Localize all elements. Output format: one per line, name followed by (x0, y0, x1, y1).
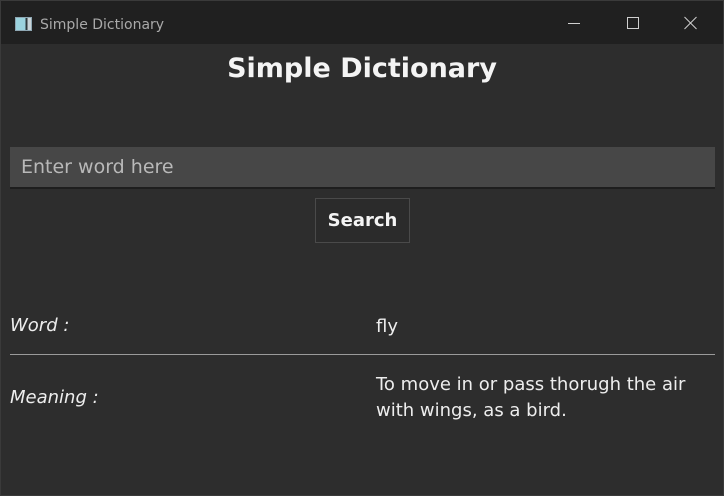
minimize-button[interactable] (545, 1, 603, 44)
search-button[interactable]: Search (315, 198, 410, 243)
close-icon (684, 16, 697, 30)
title-bar[interactable]: Simple Dictionary (1, 1, 723, 44)
minimize-icon (568, 23, 580, 24)
meaning-value: To move in or pass thorugh the air with … (376, 374, 686, 421)
maximize-button[interactable] (603, 1, 661, 44)
app-window-icon (15, 17, 32, 31)
close-button[interactable] (661, 1, 719, 44)
window-title: Simple Dictionary (40, 17, 165, 33)
word-label: Word : (10, 315, 70, 336)
meaning-label: Meaning : (10, 387, 99, 408)
result-divider (10, 354, 715, 355)
word-value: fly (376, 316, 398, 337)
page-title: Simple Dictionary (227, 53, 497, 84)
maximize-icon (627, 17, 639, 29)
search-input[interactable] (10, 147, 715, 189)
